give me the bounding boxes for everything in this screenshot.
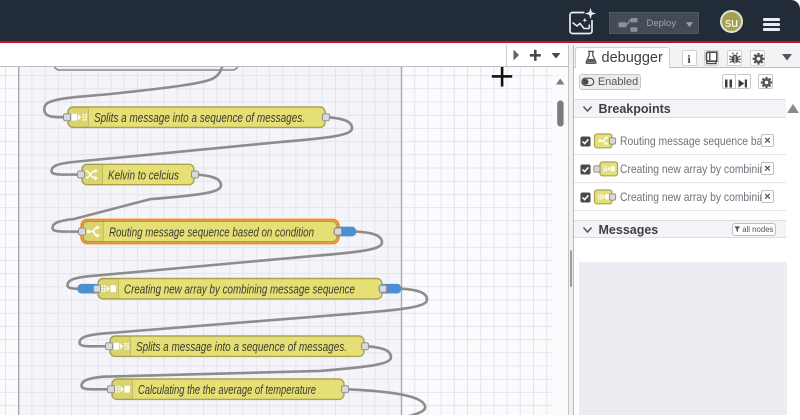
svg-text:Calculating the the average of: Calculating the the average of temperatu…: [138, 382, 316, 397]
svg-text:Splits a message into a sequen: Splits a message into a sequence of mess…: [94, 110, 305, 125]
svg-text:Routing message sequence based: Routing message sequence based on condit…: [109, 225, 314, 240]
svg-text:Creating new array by combinin: Creating new array by combining message …: [124, 282, 355, 297]
svg-text:Splits a message into a sequen: Splits a message into a sequence of mess…: [136, 339, 347, 354]
svg-text:Kelvin to celcius: Kelvin to celcius: [108, 168, 179, 183]
